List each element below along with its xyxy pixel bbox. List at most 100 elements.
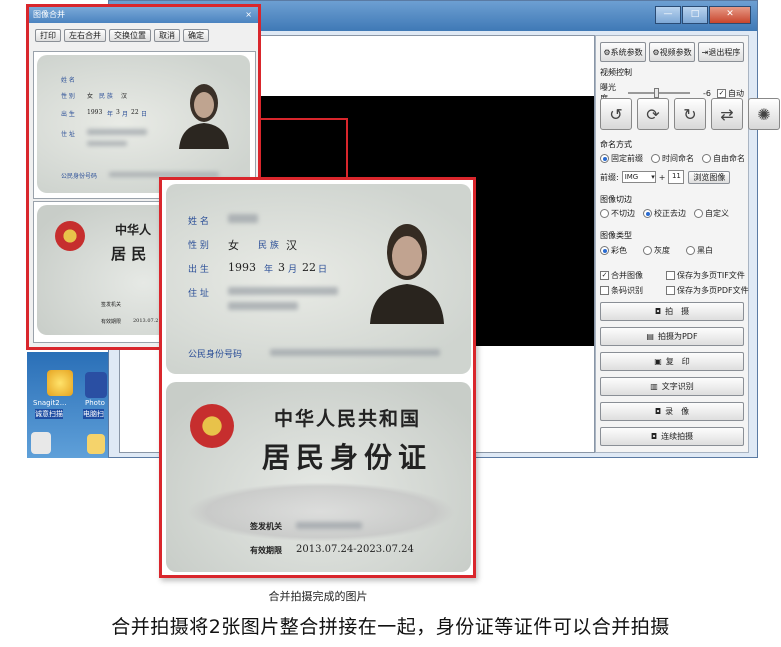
desktop-label-scan: 诚意扫描	[35, 409, 63, 419]
continuous-capture-button[interactable]: ◘ 连续拍摄	[600, 427, 744, 446]
photo-app-icon[interactable]	[85, 372, 107, 398]
caption-small: 合并拍摄完成的图片	[268, 590, 368, 603]
image-tool-row: ↺ ⟳ ↻ ⇄ ✺	[600, 98, 780, 130]
issuer-label: 签发机关	[250, 521, 282, 531]
id-card-front: 姓 名 性 别 女 民 族 汉 出 生 1993 年 3 月 22 日 住 址 …	[166, 184, 471, 374]
prefix-row: 前缀: IMG ▾ + 11 浏览图像	[600, 170, 731, 184]
validity-label: 有效期限	[250, 545, 282, 555]
gears-icon: ⚙	[652, 47, 660, 57]
merge-image-checkbox[interactable]: ✓ 合并图像	[600, 270, 662, 281]
type-gray-radio[interactable]: 灰度	[643, 245, 670, 256]
prefix-label: 前缀:	[600, 172, 619, 182]
type-bw-radio[interactable]: 黑白	[686, 245, 713, 256]
exit-button[interactable]: ⇥ 退出程序	[698, 42, 744, 62]
crop-label: 图像切边	[600, 195, 632, 204]
merge-lr-button[interactable]: 左右合并	[64, 29, 106, 42]
connector-line-vertical	[346, 118, 348, 178]
caption-main: 合并拍摄将2张图片整合拼接在一起，身份证等证件可以合并拍摄	[111, 616, 670, 638]
national-emblem-icon	[190, 404, 234, 448]
book-icon: ▤	[646, 332, 654, 341]
dialog-title-bar: 图像合并 ×	[29, 7, 258, 23]
birth-month: 3	[278, 261, 285, 274]
save-pdf-checkbox[interactable]: 保存为多页PDF文件	[666, 285, 749, 296]
crop-custom-radio[interactable]: 自定义	[694, 208, 729, 219]
back-title-2: 居民身份证	[262, 441, 433, 474]
close-button[interactable]: ✕	[709, 6, 751, 24]
birth-label: 出 生	[188, 265, 209, 275]
name-label: 姓 名	[188, 217, 209, 227]
swap-position-button[interactable]: 交换位置	[109, 29, 151, 42]
brightness-icon[interactable]: ✺	[748, 98, 780, 130]
prefix-select[interactable]: IMG ▾	[621, 171, 656, 183]
naming-free-radio[interactable]: 自由命名	[702, 153, 745, 164]
ethnic-label: 民 族	[258, 241, 279, 251]
swap-icon[interactable]: ⇄	[711, 98, 743, 130]
refresh-icon[interactable]: ⟳	[637, 98, 669, 130]
auto-checkbox[interactable]: ✓ 自动	[717, 88, 744, 99]
maximize-button[interactable]: □	[682, 6, 708, 24]
check-row-2: 条码识别 保存为多页PDF文件	[600, 285, 749, 296]
exposure-value: -6	[703, 88, 711, 98]
thumb-id-card-front: 姓 名 性 别 女 民 族 汉 出 生 1993 年 3 月 22 日 住 址 …	[37, 55, 250, 193]
naming-time-radio[interactable]: 时间命名	[651, 153, 694, 164]
sex-value: 女	[228, 239, 239, 252]
exposure-slider[interactable]	[627, 88, 690, 98]
naming-fixed-radio[interactable]: 固定前缀	[600, 153, 643, 164]
capture-pdf-button[interactable]: ▤ 拍摄为PDF	[600, 327, 744, 346]
crop-options: 不切边 校正去边 自定义	[600, 208, 729, 219]
capture-button[interactable]: ◘ 拍 摄	[600, 302, 744, 321]
record-button[interactable]: ◘ 录 像	[600, 402, 744, 421]
dialog-title: 图像合并	[33, 10, 65, 19]
portrait-photo	[370, 224, 444, 324]
dialog-cancel-button[interactable]: 取消	[154, 29, 180, 42]
blurred-address-2	[87, 141, 127, 146]
browse-image-button[interactable]: 浏览图像	[688, 170, 731, 184]
desktop-label-pc-scan: 电脑扫	[83, 409, 104, 419]
minimize-button[interactable]: —	[655, 6, 681, 24]
thumb-national-emblem-icon	[55, 221, 85, 251]
barcode-checkbox[interactable]: 条码识别	[600, 285, 662, 296]
video-control-label: 视频控制	[600, 68, 632, 77]
gear-icon: ⚙	[603, 47, 611, 57]
system-params-button[interactable]: ⚙ 系统参数	[600, 42, 646, 62]
control-panel: ⚙系统参数 ⚙视频参数 ⇥退出程序 视频控制 曝光度 -6 ✓自动 ↺ ⟳ ↻ …	[595, 35, 780, 453]
address-label: 住 址	[188, 289, 209, 299]
copy-button[interactable]: ▣ 复 印	[600, 352, 744, 371]
rotate-left-icon[interactable]: ↺	[600, 98, 632, 130]
desktop-background: Snagit2... Photo 诚意扫描 电脑扫	[27, 352, 108, 458]
image-type-options: 彩色 灰度 黑白	[600, 245, 713, 256]
file-icon[interactable]	[87, 434, 105, 454]
blurred-id-number-large	[270, 349, 440, 356]
ocr-button[interactable]: ▥ 文字识别	[600, 377, 744, 396]
folder-icon[interactable]	[31, 432, 51, 454]
snagit-icon[interactable]	[47, 370, 73, 396]
video-camera-icon: ◘	[654, 407, 662, 416]
birth-year: 1993	[228, 261, 256, 274]
connector-line-horizontal	[261, 118, 348, 120]
video-params-button[interactable]: ⚙ 视频参数	[649, 42, 695, 62]
rotate-right-icon[interactable]: ↻	[674, 98, 706, 130]
dropdown-arrow-icon: ▾	[651, 173, 655, 181]
dialog-toolbar: 打印 左右合并 交换位置 取消 确定	[29, 23, 258, 42]
dialog-ok-button[interactable]: 确定	[183, 29, 209, 42]
save-tif-checkbox[interactable]: 保存为多页TIF文件	[666, 270, 745, 281]
crop-correct-radio[interactable]: 校正去边	[643, 208, 686, 219]
blurred-name	[228, 214, 258, 223]
desktop-label-snagit: Snagit2...	[33, 399, 67, 407]
type-color-radio[interactable]: 彩色	[600, 245, 627, 256]
image-type-label: 图像类型	[600, 231, 632, 240]
back-title-1: 中华人民共和国	[274, 408, 422, 430]
id-number-label: 公民身份号码	[188, 350, 243, 360]
print-button[interactable]: 打印	[35, 29, 61, 42]
blurred-issuer	[296, 522, 362, 529]
dialog-close-icon[interactable]: ×	[245, 7, 252, 23]
counter-input[interactable]: 11	[668, 170, 685, 184]
blurred-address	[87, 129, 147, 135]
check-row-1: ✓ 合并图像 保存为多页TIF文件	[600, 270, 745, 281]
top-button-row: ⚙ 系统参数 ⚙ 视频参数 ⇥ 退出程序	[600, 42, 744, 62]
merged-image-highlight: 姓 名 性 别 女 民 族 汉 出 生 1993 年 3 月 22 日 住 址 …	[159, 177, 476, 578]
crop-none-radio[interactable]: 不切边	[600, 208, 635, 219]
desktop-label-photo: Photo	[85, 399, 105, 407]
naming-label: 命名方式	[600, 140, 632, 149]
window-controls: — □ ✕	[654, 6, 751, 24]
